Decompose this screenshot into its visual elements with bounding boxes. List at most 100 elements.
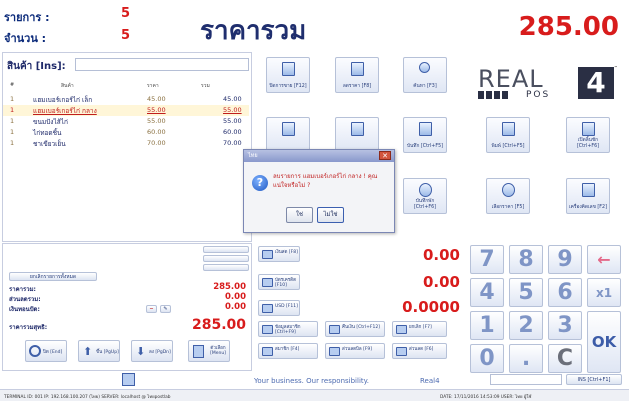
usd-label: USD [F11] [275, 304, 298, 309]
key-0[interactable]: 0 [470, 344, 504, 373]
currency-icon [262, 304, 273, 313]
yes-button[interactable]: ใช่ [286, 207, 313, 223]
row-total: 70.00 [223, 139, 242, 147]
tile-save[interactable]: บันทึก [Ctrl+F5] [403, 117, 447, 153]
table-row[interactable]: 1 ขนมปังไส้ไก่ 55.00 55.00 [3, 116, 249, 127]
tile-transfer[interactable] [335, 117, 379, 153]
ins-button[interactable]: INS [Ctrl+F1] [566, 374, 622, 385]
credit-payment-button[interactable]: บัตรเครดิต [F10] [258, 274, 300, 290]
logo-bars [478, 91, 508, 99]
key-7[interactable]: 7 [470, 245, 504, 274]
discount-icon [351, 62, 364, 76]
tile-select-price[interactable]: เลือกราคา [F5] [486, 178, 530, 214]
net-total-label: ราคารวมสุทธิ: [9, 324, 48, 331]
table-row[interactable]: 1 ไก่ทอดชิ้น 60.00 60.00 [3, 127, 249, 138]
search-icon [419, 62, 430, 73]
row-total: 55.00 [223, 106, 242, 114]
print-icon [502, 122, 515, 136]
key-9[interactable]: 9 [548, 245, 582, 274]
bill-discount-icon [329, 347, 340, 356]
multiply-key[interactable]: x1 [587, 278, 621, 307]
row-qty: 1 [10, 106, 15, 114]
no-button[interactable]: ไม่ใช่ [317, 207, 344, 223]
col-qty-header: # [10, 82, 15, 88]
table-row[interactable]: 1 แฮมเบอร์เกอร์ไก่ เล็ก 45.00 45.00 [3, 94, 249, 105]
item-discount-button[interactable]: ส่วนลด [F6] [392, 343, 447, 359]
rounding-label: เงินทอนปัด: [9, 306, 40, 313]
bill-discount-button[interactable]: ส่วนลดบิล [F9] [325, 343, 385, 359]
minus-button[interactable]: − [146, 305, 157, 313]
quantity-label: จำนวน : [4, 32, 47, 45]
cash-amount: 0.00 [422, 246, 460, 264]
rounding-value: 0.00 [225, 302, 246, 312]
key-4[interactable]: 4 [470, 278, 504, 307]
user-icon [262, 347, 273, 356]
logo-real: REAL [478, 65, 544, 93]
end-button[interactable]: ปิด [End] [25, 340, 67, 362]
menu-icon [193, 345, 204, 358]
question-icon: ? [252, 175, 268, 191]
slogan: Your business. Our responsibility. [254, 377, 370, 385]
product-search-input[interactable] [75, 58, 249, 71]
row-name: ไก่ทอดชิ้น [33, 129, 62, 137]
member-icon [262, 325, 273, 334]
brand-name: Real4 [420, 377, 440, 385]
bill-discount-label: ส่วนลดบิล [F9] [342, 347, 373, 352]
row-name: ขนมปังไส้ไก่ [33, 118, 68, 126]
backspace-key[interactable]: ← [587, 245, 621, 274]
key-3[interactable]: 3 [548, 311, 582, 340]
logo-tm: ™ [614, 65, 618, 70]
ins-input[interactable] [490, 374, 562, 385]
edit-icon[interactable]: ✎ [160, 305, 171, 313]
void-button[interactable]: ยกเลิก [F7] [392, 321, 447, 337]
member-button[interactable]: สมาชิก [F4] [258, 343, 318, 359]
tile-discount[interactable]: ลดราคา [F8] [335, 57, 379, 93]
refund-button[interactable]: คืนเงิน [Ctrl+F12] [325, 321, 385, 337]
row-total: 45.00 [223, 95, 242, 103]
arrow-up-icon: ⬆ [83, 345, 93, 358]
tile-print[interactable]: พิมพ์ [Ctrl+F5] [486, 117, 530, 153]
summary-panel: ยกเลิกรายการทั้งหมด ราคารวม: 285.00 ส่วน… [2, 243, 252, 371]
key-5[interactable]: 5 [509, 278, 543, 307]
grand-total: 285.00 [518, 12, 619, 42]
cancel-all-button[interactable]: ยกเลิกรายการทั้งหมด [9, 272, 97, 281]
page-up-button[interactable]: ⬆ ขึ้น [PgUp] [78, 340, 120, 362]
logo-pos: POS [526, 90, 551, 100]
cash-payment-button[interactable]: เงินสด [F8] [258, 246, 300, 262]
row-total: 60.00 [223, 128, 242, 136]
table-row[interactable]: 1 แฮมเบอร์เกอร์ไก่ กลาง 55.00 55.00 [3, 105, 249, 116]
key-6[interactable]: 6 [548, 278, 582, 307]
save-icon [419, 122, 432, 136]
side-mini-button[interactable] [203, 264, 249, 271]
dialog-titlebar: ไทย ✕ [244, 150, 394, 162]
menu-button[interactable]: ตัวเลือก [Menu] [188, 340, 230, 362]
items-table-header: # สินค้า ราคา รวม [3, 82, 249, 91]
member-info-button[interactable]: ข้อมูลสมาชิก [Ctrl+F9] [258, 321, 318, 337]
key-8[interactable]: 8 [509, 245, 543, 274]
menu-label: ตัวเลือก [Menu] [210, 346, 226, 356]
tile-close-sale[interactable]: ปิดการขาย [F12] [266, 57, 310, 93]
key-2[interactable]: 2 [509, 311, 543, 340]
key-1[interactable]: 1 [470, 311, 504, 340]
side-mini-button[interactable] [203, 255, 249, 262]
col-name-header: สินค้า [61, 83, 74, 89]
close-icon[interactable]: ✕ [379, 151, 391, 160]
discount-label: ส่วนลดรวม: [9, 296, 41, 303]
tile-hold[interactable]: บันทึกพัก [Ctrl+F6] [403, 178, 447, 214]
tile-calculator[interactable]: เครื่องคิดเลข [F2] [566, 178, 610, 214]
credit-card-icon [262, 278, 273, 287]
items-label: รายการ : [4, 11, 50, 24]
void-icon [396, 325, 407, 334]
tile-search[interactable]: ค้นหา [F3] [403, 57, 447, 93]
page-down-button[interactable]: ⬇ ลง [PgDn] [131, 340, 173, 362]
side-mini-button[interactable] [203, 246, 249, 253]
clear-key[interactable]: C [548, 344, 582, 373]
credit-amount: 0.00 [422, 273, 460, 291]
tile-open-drawer[interactable]: เปิดลิ้นชัก [Ctrl+F6] [566, 117, 610, 153]
table-row[interactable]: 1 ชาเขียวเย็น 70.00 70.00 [3, 138, 249, 149]
ok-button[interactable]: OK [587, 311, 621, 373]
key-decimal[interactable]: . [509, 344, 543, 373]
price-icon [502, 183, 515, 197]
tile-report[interactable] [266, 117, 310, 153]
usd-payment-button[interactable]: USD [F11] [258, 300, 300, 316]
